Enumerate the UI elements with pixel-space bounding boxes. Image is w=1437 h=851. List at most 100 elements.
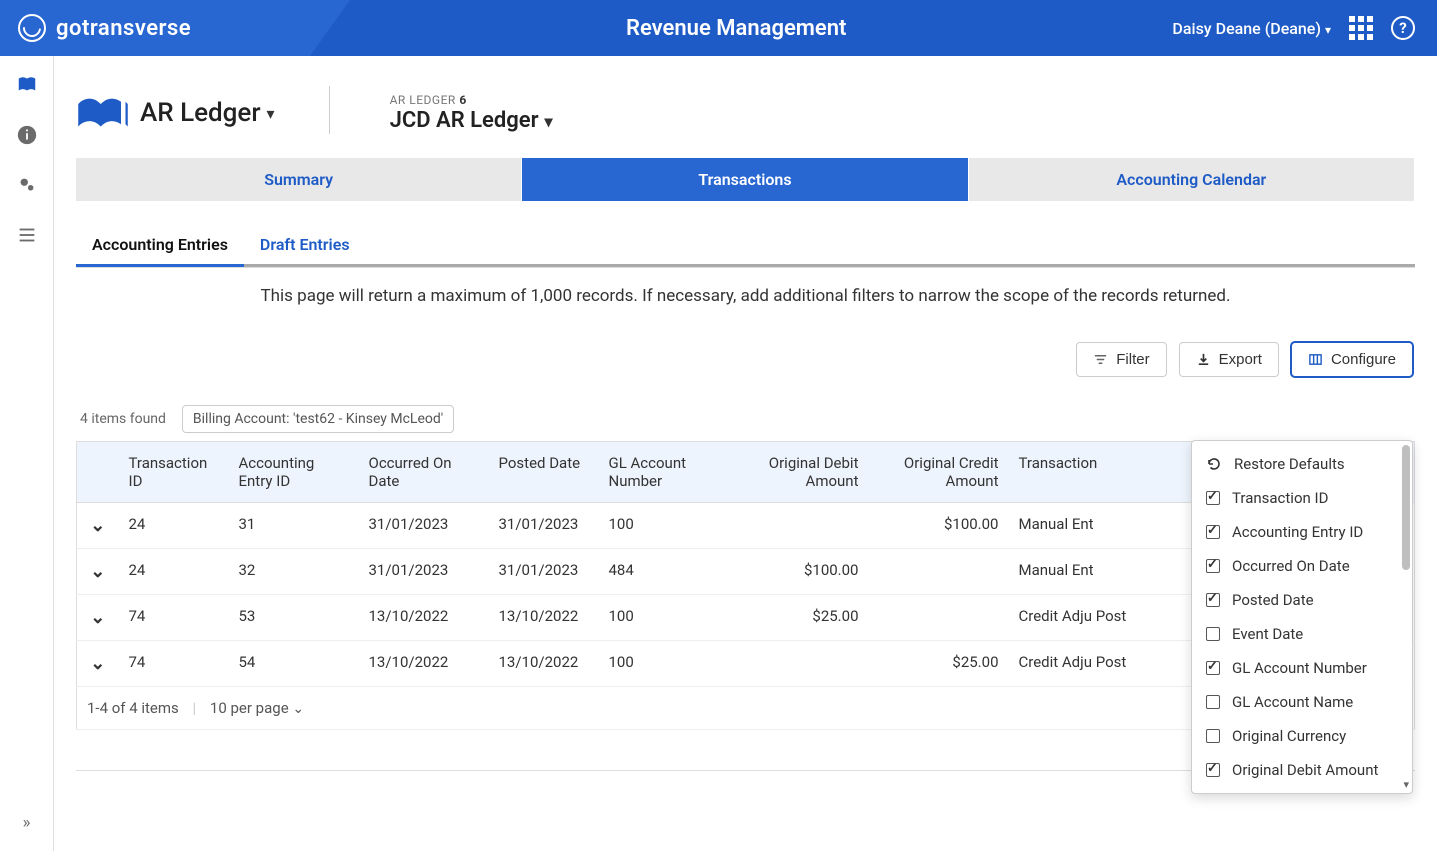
col-original-debit[interactable]: Original Debit Amount (729, 442, 869, 503)
pager-perpage[interactable]: 10 per page ⌄ (210, 699, 304, 717)
menu-restore-defaults[interactable]: Restore Defaults (1192, 447, 1412, 481)
menu-column-toggle[interactable]: GL Account Number (1192, 651, 1412, 685)
menu-item-label: Transaction ID (1232, 489, 1328, 507)
cell-transaction-id: 24 (119, 503, 229, 549)
col-accounting-entry-id[interactable]: Accounting Entry ID (229, 442, 359, 503)
page-title: Revenue Management (300, 16, 1172, 41)
nav-expand-icon[interactable]: » (23, 813, 31, 833)
cell-debit: $100.00 (729, 549, 869, 595)
cell-accounting-entry-id: 31 (229, 503, 359, 549)
ledger-book-icon (76, 92, 130, 134)
cell-debit: $25.00 (729, 595, 869, 641)
col-original-credit[interactable]: Original Credit Amount (869, 442, 1009, 503)
expand-row-icon[interactable] (77, 595, 119, 641)
menu-column-toggle[interactable]: Original Currency (1192, 719, 1412, 753)
nav-info-icon[interactable] (16, 124, 38, 146)
results-meta: 4 items found Billing Account: 'test62 -… (76, 405, 1415, 433)
menu-column-toggle[interactable]: Accounting Entry ID (1192, 515, 1412, 549)
checkbox-checked-icon (1206, 559, 1220, 573)
ledger-selector[interactable]: AR Ledger (76, 92, 275, 134)
record-limit-notice: This page will return a maximum of 1,000… (76, 268, 1415, 324)
filter-label: Filter (1116, 351, 1149, 368)
menu-item-label: Accounting Entry ID (1232, 523, 1363, 541)
expand-row-icon[interactable] (77, 503, 119, 549)
logo-icon (18, 14, 46, 42)
tab-accounting-calendar[interactable]: Accounting Calendar (969, 158, 1415, 201)
nav-ledger-icon[interactable] (16, 74, 38, 96)
col-transaction-id[interactable]: Transaction ID (119, 442, 229, 503)
menu-column-toggle[interactable]: GL Account Name (1192, 685, 1412, 719)
filter-chip[interactable]: Billing Account: 'test62 - Kinsey McLeod… (182, 405, 454, 433)
checkbox-checked-icon (1206, 491, 1220, 505)
cell-posted-date: 13/10/2022 (489, 595, 599, 641)
menu-column-toggle[interactable]: Transaction ID (1192, 481, 1412, 515)
scrollbar-thumb[interactable] (1402, 445, 1410, 570)
items-found: 4 items found (80, 411, 166, 427)
cell-credit (869, 595, 1009, 641)
cell-credit: $100.00 (869, 503, 1009, 549)
chevron-down-icon (267, 104, 275, 123)
sub-tabs: Accounting Entries Draft Entries (76, 225, 1415, 268)
cell-posted-date: 31/01/2023 (489, 549, 599, 595)
cell-credit (869, 549, 1009, 595)
cell-transaction-id: 74 (119, 641, 229, 687)
logo[interactable]: gotransverse (0, 14, 300, 42)
col-posted-date[interactable]: Posted Date (489, 442, 599, 503)
cell-occurred-date: 13/10/2022 (359, 641, 489, 687)
checkbox-checked-icon (1206, 763, 1220, 777)
expand-row-icon[interactable] (77, 641, 119, 687)
apps-icon[interactable] (1349, 16, 1373, 40)
chevron-down-icon: ⌄ (292, 701, 304, 717)
subtab-fill (366, 225, 1415, 267)
menu-column-toggle[interactable]: Original Debit Amount (1192, 753, 1412, 787)
restore-icon (1206, 456, 1222, 472)
filter-icon (1093, 352, 1108, 367)
ledger-id-label: AR LEDGER 6 (390, 93, 553, 107)
configure-label: Configure (1331, 351, 1396, 368)
table-toolbar: Filter Export Configure (76, 342, 1415, 377)
pager-separator: | (193, 699, 197, 717)
user-menu[interactable]: Daisy Deane (Deane) (1172, 19, 1331, 38)
configure-button[interactable]: Configure (1291, 342, 1413, 377)
app-header: gotransverse Revenue Management Daisy De… (0, 0, 1437, 56)
scroll-down-icon[interactable]: ▾ (1403, 778, 1409, 791)
checkbox-unchecked-icon (1206, 627, 1220, 641)
pager-range: 1-4 of 4 items (87, 699, 179, 717)
configure-dropdown: ▾ Restore Defaults Transaction ID Accounti… (1191, 440, 1413, 794)
primary-tabs: Summary Transactions Accounting Calendar (76, 158, 1415, 201)
nav-settings-icon[interactable] (16, 174, 38, 196)
subtab-draft-entries[interactable]: Draft Entries (244, 225, 366, 267)
cell-gl-account: 100 (599, 641, 729, 687)
tab-transactions[interactable]: Transactions (522, 158, 968, 201)
checkbox-checked-icon (1206, 593, 1220, 607)
checkbox-unchecked-icon (1206, 729, 1220, 743)
checkbox-checked-icon (1206, 661, 1220, 675)
menu-item-label: Event Date (1232, 625, 1303, 643)
logo-text: gotransverse (56, 16, 191, 41)
cell-posted-date: 31/01/2023 (489, 503, 599, 549)
cell-debit (729, 641, 869, 687)
tab-summary[interactable]: Summary (76, 158, 522, 201)
nav-list-icon[interactable] (16, 224, 38, 246)
ledger-detail-selector[interactable]: AR LEDGER 6 JCD AR Ledger (390, 93, 553, 134)
menu-column-toggle[interactable]: Posted Date (1192, 583, 1412, 617)
menu-item-label: Posted Date (1232, 591, 1314, 609)
side-nav: » (0, 56, 54, 851)
col-gl-account-number[interactable]: GL Account Number (599, 442, 729, 503)
breadcrumb: AR Ledger AR LEDGER 6 JCD AR Ledger (76, 86, 1415, 140)
help-icon[interactable]: ? (1391, 16, 1415, 40)
breadcrumb-divider (329, 86, 330, 134)
cell-transaction-id: 24 (119, 549, 229, 595)
filter-button[interactable]: Filter (1076, 342, 1166, 377)
subtab-accounting-entries[interactable]: Accounting Entries (76, 225, 244, 267)
cell-credit: $25.00 (869, 641, 1009, 687)
export-button[interactable]: Export (1179, 342, 1279, 377)
main-content: AR Ledger AR LEDGER 6 JCD AR Ledger Summ… (54, 56, 1437, 851)
expand-row-icon[interactable] (77, 549, 119, 595)
chevron-down-icon (545, 108, 553, 134)
header-right: Daisy Deane (Deane) ? (1172, 16, 1437, 40)
col-occurred-on-date[interactable]: Occurred On Date (359, 442, 489, 503)
menu-column-toggle[interactable]: Occurred On Date (1192, 549, 1412, 583)
menu-column-toggle[interactable]: Event Date (1192, 617, 1412, 651)
cell-gl-account: 100 (599, 595, 729, 641)
